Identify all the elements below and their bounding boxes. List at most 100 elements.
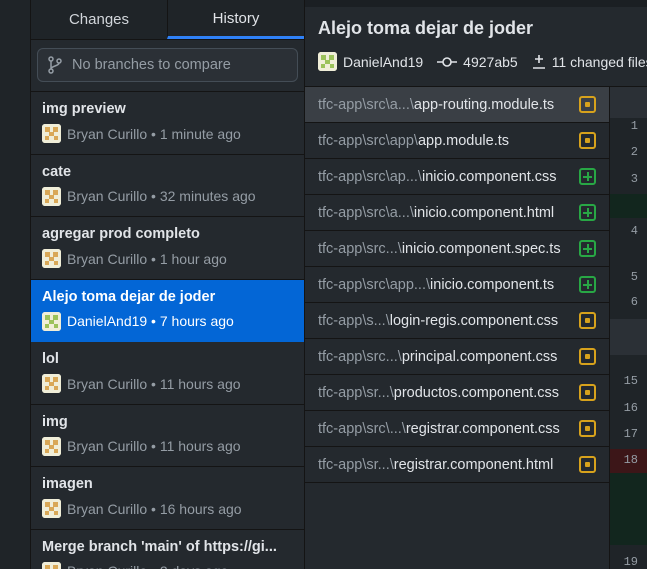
commit-list-item[interactable]: img preview Bryan Curillo • 1 minute ago (31, 92, 304, 155)
meta-separator: • (147, 438, 160, 454)
file-directory: tfc-app\src\...\ (318, 420, 406, 437)
file-directory: tfc-app\src\app...\ (318, 276, 431, 293)
commit-list-item[interactable]: Alejo toma dejar de joder DanielAnd19 • 7… (31, 279, 304, 342)
file-name: app-routing.module.ts (413, 96, 555, 113)
file-name: inicio.component.css (421, 168, 557, 185)
avatar (42, 499, 61, 518)
history-panel: Changes History No branches to compare i… (31, 0, 305, 569)
diff-line-number: 4 (630, 224, 638, 238)
commit-title: Alejo toma dejar de joder (318, 18, 534, 38)
file-directory: tfc-app\src\ap...\ (318, 168, 422, 185)
file-modified-icon (579, 312, 596, 329)
file-added-icon (579, 168, 596, 185)
commit-detail: Alejo toma dejar de joder DanielAnd19 49… (305, 0, 647, 569)
avatar (42, 561, 61, 569)
commit-item-author: Bryan Curillo (67, 250, 148, 267)
commit-item-meta: Bryan Curillo • 2 days ago (42, 561, 293, 569)
diff-added-lines (610, 473, 647, 545)
file-modified-icon (579, 420, 596, 437)
avatar (42, 374, 61, 393)
commit-list-item[interactable]: Merge branch 'main' of https://gi... Brya… (31, 530, 304, 569)
diff-line-number: 5 (630, 270, 638, 284)
commit-item-time: 1 minute ago (159, 125, 241, 142)
diff-icon (532, 54, 545, 69)
changed-file-item[interactable]: tfc-app\sr...\ registrar.component.html (305, 447, 609, 483)
commit-item-title: agregar prod completo (42, 226, 200, 242)
commit-item-title: lol (42, 351, 59, 367)
commit-list-item[interactable]: imagen Bryan Curillo • 16 hours ago (31, 467, 304, 530)
file-name: productos.component.css (393, 384, 559, 401)
diff-line-number: 2 (630, 145, 638, 159)
app-sidebar-gutter (0, 0, 31, 569)
commit-sha[interactable]: 4927ab5 (463, 54, 518, 70)
commit-author: DanielAnd19 (343, 53, 424, 70)
file-directory: tfc-app\src\a...\ (318, 204, 414, 221)
file-directory: tfc-app\src\a...\ (318, 96, 414, 113)
changed-file-item[interactable]: tfc-app\src\...\ registrar.component.css (305, 411, 609, 447)
file-directory: tfc-app\sr...\ (318, 456, 394, 473)
commit-item-time: 1 hour ago (159, 250, 227, 267)
file-name: registrar.component.css (405, 420, 560, 437)
diff-line-number: 17 (623, 427, 638, 441)
commit-list-item[interactable]: agregar prod completo Bryan Curillo • 1 h… (31, 217, 304, 280)
tab-changes[interactable]: Changes (31, 0, 167, 39)
avatar (42, 436, 61, 456)
avatar (42, 186, 61, 206)
commit-item-title: Merge branch 'main' of https://gi... (42, 538, 277, 555)
changed-files-count: 11 changed files (551, 53, 647, 70)
file-directory: tfc-app\src...\ (318, 240, 402, 257)
commit-item-meta: Bryan Curillo • 1 hour ago (42, 249, 293, 268)
commit-item-meta: Bryan Curillo • 1 minute ago (42, 124, 293, 143)
changed-file-item[interactable]: tfc-app\s...\ login-regis.component.css (305, 303, 609, 339)
diff-line-number: 15 (623, 374, 638, 388)
changed-file-item[interactable]: tfc-app\sr...\ productos.component.css (305, 375, 609, 411)
file-name: app.module.ts (417, 132, 510, 149)
diff-line-number: 6 (630, 295, 638, 309)
changed-file-item[interactable]: tfc-app\src...\ principal.component.css (305, 339, 609, 375)
commit-list: img preview Bryan Curillo • 1 minute ago c… (31, 92, 304, 569)
changed-file-item[interactable]: tfc-app\src\ap...\ inicio.component.css (305, 159, 609, 195)
file-name: principal.component.css (401, 348, 558, 365)
commit-summary: Alejo toma dejar de joder DanielAnd19 49… (305, 7, 647, 87)
file-modified-icon (579, 384, 596, 401)
commit-item-time: 2 days ago (160, 563, 229, 569)
commit-item-title: Alejo toma dejar de joder (42, 288, 216, 305)
commit-list-item[interactable]: img Bryan Curillo • 11 hours ago (31, 405, 304, 467)
diff-view: 1 2 3 4 5 6 15 16 17 18 19 (610, 87, 647, 569)
changed-file-item[interactable]: tfc-app\src\app...\ inicio.component.ts (305, 267, 609, 303)
file-name: inicio.component.spec.ts (401, 240, 561, 257)
changed-file-item[interactable]: tfc-app\src\a...\ inicio.component.html (305, 195, 609, 231)
file-name: inicio.component.ts (430, 276, 555, 293)
file-directory: tfc-app\src...\ (318, 348, 402, 365)
meta-separator: • (147, 563, 160, 569)
tab-history[interactable]: History (167, 0, 304, 39)
commit-item-meta: Bryan Curillo • 11 hours ago (42, 374, 293, 393)
commit-list-item[interactable]: cate Bryan Curillo • 32 minutes ago (31, 155, 304, 217)
git-branch-icon (48, 56, 62, 74)
changed-file-item[interactable]: tfc-app\src\a...\ app-routing.module.ts (305, 87, 609, 123)
commit-item-author: Bryan Curillo (67, 438, 148, 454)
file-name: inicio.component.html (413, 204, 555, 221)
branch-compare-button[interactable]: No branches to compare (37, 48, 298, 82)
meta-separator: • (147, 188, 160, 204)
changed-file-list: tfc-app\src\a...\ app-routing.module.ts tf… (305, 87, 610, 569)
title-strip (305, 0, 647, 7)
meta-separator: • (147, 125, 160, 142)
commit-item-author: Bryan Curillo (67, 125, 148, 142)
commit-item-author: Bryan Curillo (67, 375, 148, 392)
commit-list-item[interactable]: lol Bryan Curillo • 11 hours ago (31, 342, 304, 405)
diff-hunk-header (610, 319, 647, 355)
avatar (42, 124, 61, 143)
commit-item-time: 16 hours ago (159, 500, 242, 517)
changed-file-item[interactable]: tfc-app\src\app\ app.module.ts (305, 123, 609, 159)
diff-line-number: 3 (630, 172, 638, 186)
file-directory: tfc-app\s...\ (318, 312, 390, 329)
meta-separator: • (147, 313, 160, 329)
changed-file-item[interactable]: tfc-app\src...\ inicio.component.spec.ts (305, 231, 609, 267)
file-modified-icon (579, 348, 596, 365)
meta-separator: • (147, 375, 160, 392)
commit-item-time: 32 minutes ago (159, 188, 256, 204)
file-modified-icon (579, 132, 596, 149)
commit-item-time: 11 hours ago (159, 375, 241, 392)
commit-item-author: Bryan Curillo (67, 563, 147, 569)
